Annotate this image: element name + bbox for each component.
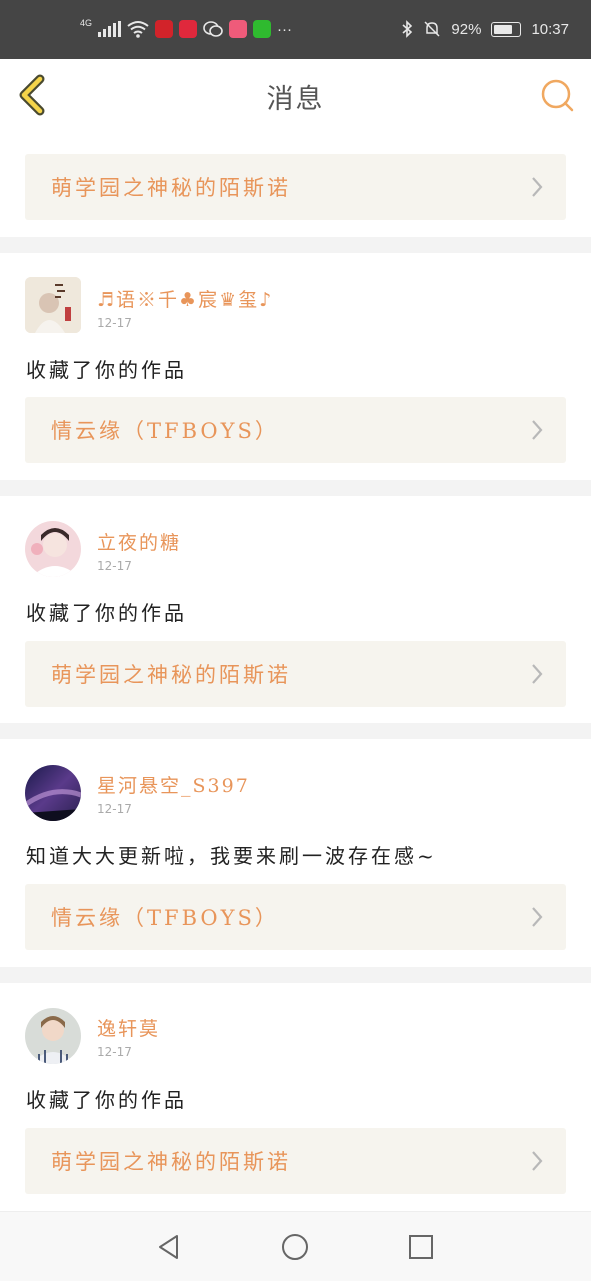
message-text: 知道大大更新啦，我要来刷一波存在感~ xyxy=(26,844,437,868)
karaoke-app-icon xyxy=(179,20,198,38)
chevron-right-icon xyxy=(532,907,543,927)
back-triangle-icon[interactable] xyxy=(154,1232,184,1262)
work-card[interactable]: 萌学园之神秘的陌斯诺 xyxy=(25,641,566,707)
page-title: 消息 xyxy=(266,84,325,115)
username[interactable]: 逸轩莫 xyxy=(97,1014,160,1041)
signal-icon xyxy=(98,21,122,37)
avatar-image xyxy=(25,521,81,577)
username[interactable]: ♬语※千♣宸♛玺♪ xyxy=(97,285,273,312)
work-title: 情云缘（TFBOYS） xyxy=(51,906,279,930)
avatar[interactable] xyxy=(25,765,81,821)
chevron-right-icon xyxy=(532,664,543,684)
section-divider xyxy=(0,723,591,739)
avatar-image xyxy=(25,765,81,821)
username[interactable]: 立夜的糖 xyxy=(97,528,181,555)
avatar[interactable] xyxy=(25,277,81,333)
section-divider xyxy=(0,237,591,253)
avatar[interactable] xyxy=(25,521,81,577)
huawei-app-icon xyxy=(155,20,174,38)
work-title: 情云缘（TFBOYS） xyxy=(51,419,279,443)
battery-icon xyxy=(491,21,522,37)
work-card[interactable]: 情云缘（TFBOYS） xyxy=(25,884,566,950)
work-title: 萌学园之神秘的陌斯诺 xyxy=(51,176,291,200)
pink-app-icon xyxy=(229,20,248,38)
iqiyi-app-icon xyxy=(253,20,272,38)
section-divider xyxy=(0,967,591,983)
chevron-right-icon xyxy=(532,177,543,197)
username[interactable]: 星河悬空_S397 xyxy=(97,771,250,798)
battery-percent: 92% xyxy=(451,20,482,38)
recents-square-icon[interactable] xyxy=(406,1232,436,1262)
section-divider xyxy=(0,480,591,496)
clock: 10:37 xyxy=(531,20,569,38)
timestamp: 12-17 xyxy=(97,316,132,330)
timestamp: 12-17 xyxy=(97,559,132,573)
timestamp: 12-17 xyxy=(97,802,132,816)
header: 消息 xyxy=(0,59,591,132)
avatar-image xyxy=(25,1008,81,1064)
chevron-right-icon xyxy=(532,420,543,440)
message-text: 收藏了你的作品 xyxy=(26,358,187,382)
home-circle-icon[interactable] xyxy=(280,1232,310,1262)
search-icon xyxy=(541,79,574,112)
message-text: 收藏了你的作品 xyxy=(26,1088,187,1112)
book-cover-image xyxy=(25,277,81,333)
wifi-icon xyxy=(127,21,149,38)
mute-bell-icon xyxy=(424,21,440,37)
work-card[interactable]: 萌学园之神秘的陌斯诺 xyxy=(25,154,566,220)
work-title: 萌学园之神秘的陌斯诺 xyxy=(51,663,291,687)
timestamp: 12-17 xyxy=(97,1045,132,1059)
clipped-message: ··· ··· · xyxy=(28,131,112,141)
more-notifications-icon: ··· xyxy=(277,20,293,38)
system-navigation-bar xyxy=(0,1211,591,1281)
chevron-right-icon xyxy=(532,1151,543,1171)
search-button[interactable] xyxy=(537,75,577,115)
bluetooth-icon xyxy=(402,20,413,38)
message-list[interactable]: ··· ··· · 萌学园之神秘的陌斯诺 ♬语※千♣宸♛玺♪ 12-17 收藏了… xyxy=(0,131,591,1211)
avatar[interactable] xyxy=(25,1008,81,1064)
network-type: 4G xyxy=(80,18,93,28)
wechat-icon xyxy=(203,21,223,37)
work-card[interactable]: 萌学园之神秘的陌斯诺 xyxy=(25,1128,566,1194)
work-card[interactable]: 情云缘（TFBOYS） xyxy=(25,397,566,463)
work-title: 萌学园之神秘的陌斯诺 xyxy=(51,1150,291,1174)
message-text: 收藏了你的作品 xyxy=(26,601,187,625)
status-bar: 4G ··· 92% 10:37 xyxy=(0,0,591,59)
